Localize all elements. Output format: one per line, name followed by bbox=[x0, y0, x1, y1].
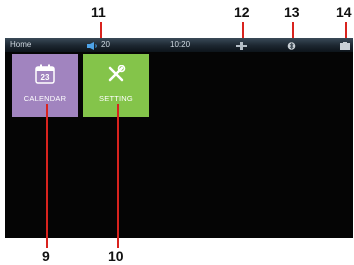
clock: 10:20 bbox=[170, 40, 191, 49]
battery-icon bbox=[340, 41, 351, 55]
device-screen: Home 20 10:20 23 CALENDAR SETTING bbox=[5, 38, 353, 238]
setting-tile[interactable]: SETTING bbox=[83, 54, 149, 117]
leader-line-setting bbox=[117, 104, 119, 248]
calendar-tile[interactable]: 23 CALENDAR bbox=[12, 54, 78, 117]
callout-calendar: 9 bbox=[42, 248, 50, 264]
leader-line-calendar bbox=[46, 104, 48, 248]
speaker-icon[interactable] bbox=[87, 41, 99, 55]
status-title: Home bbox=[10, 40, 32, 49]
calendar-day: 23 bbox=[40, 73, 50, 82]
volume-level: 20 bbox=[101, 40, 110, 49]
calendar-label: CALENDAR bbox=[23, 94, 67, 103]
callout-volume: 11 bbox=[91, 4, 106, 20]
status-bar: Home 20 10:20 bbox=[5, 38, 353, 52]
antenna-icon bbox=[236, 41, 247, 55]
setting-label: SETTING bbox=[99, 94, 133, 103]
tools-icon bbox=[106, 64, 126, 88]
callout-signal: 12 bbox=[234, 4, 250, 20]
bluetooth-icon bbox=[287, 41, 296, 55]
callout-battery: 14 bbox=[336, 4, 352, 20]
callout-bluetooth: 13 bbox=[284, 4, 300, 20]
callout-setting: 10 bbox=[108, 248, 124, 264]
